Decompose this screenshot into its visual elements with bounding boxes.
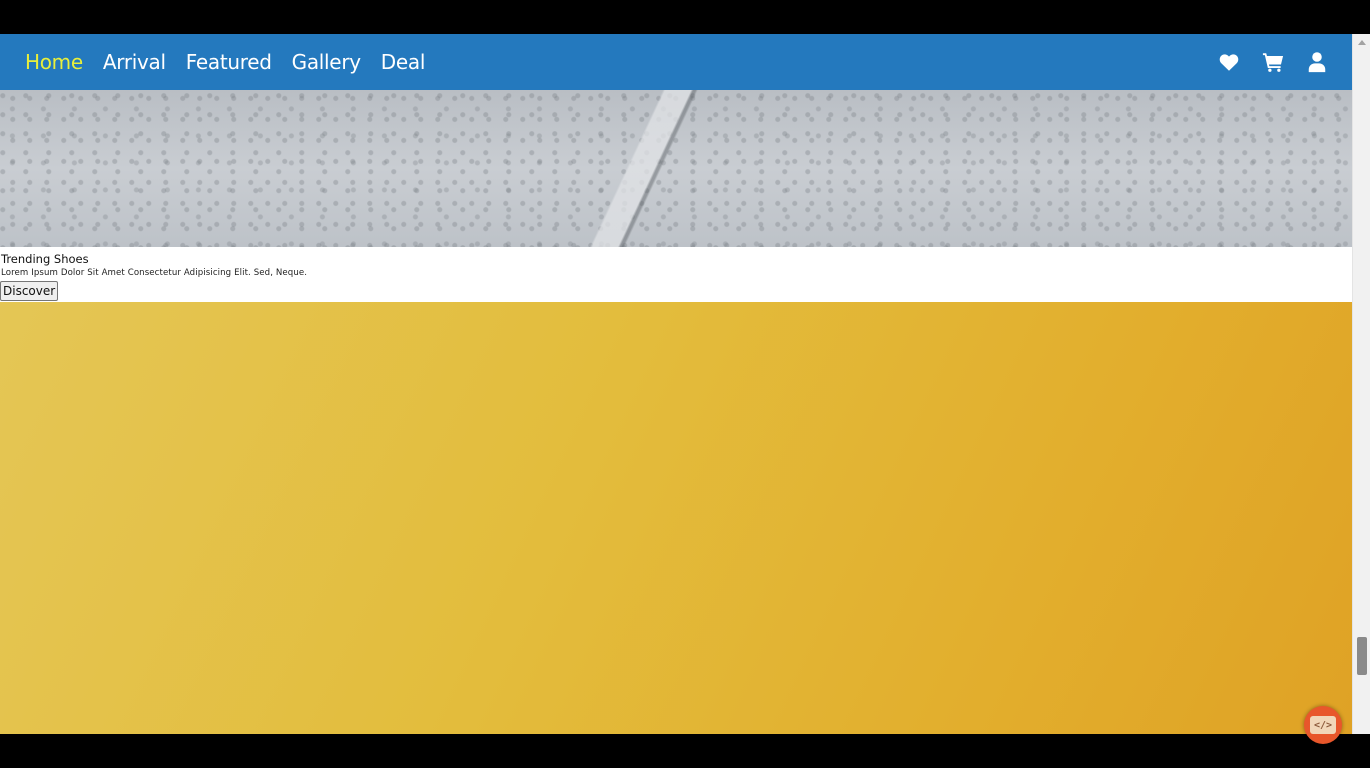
code-badge[interactable]: </> xyxy=(1304,706,1342,744)
trending-promo: Trending Shoes Lorem Ipsum Dolor Sit Ame… xyxy=(0,247,1352,303)
promo-title: Trending Shoes xyxy=(1,252,89,266)
screen: Home Arrival Featured Gallery Deal Trend… xyxy=(0,0,1370,768)
nav-link-featured[interactable]: Featured xyxy=(186,50,272,74)
navbar: Home Arrival Featured Gallery Deal xyxy=(0,34,1352,90)
cart-icon[interactable] xyxy=(1262,51,1284,73)
nav-link-gallery[interactable]: Gallery xyxy=(292,50,361,74)
heart-icon[interactable] xyxy=(1218,51,1240,73)
nav-links: Home Arrival Featured Gallery Deal xyxy=(25,50,425,74)
yellow-banner-image xyxy=(0,302,1352,734)
nav-link-deal[interactable]: Deal xyxy=(381,50,426,74)
concrete-seam xyxy=(560,90,710,247)
page-scrollbar[interactable] xyxy=(1352,34,1370,734)
scroll-up-arrow-icon[interactable] xyxy=(1358,40,1366,45)
user-icon[interactable] xyxy=(1306,51,1328,73)
nav-link-home[interactable]: Home xyxy=(25,50,83,74)
code-icon: </> xyxy=(1310,716,1336,734)
browser-viewport: Home Arrival Featured Gallery Deal Trend… xyxy=(0,34,1370,734)
promo-description: Lorem Ipsum Dolor Sit Amet Consectetur A… xyxy=(1,268,308,278)
nav-link-arrival[interactable]: Arrival xyxy=(103,50,166,74)
scroll-thumb[interactable] xyxy=(1357,637,1367,675)
discover-button[interactable]: Discover xyxy=(0,281,59,301)
nav-icons xyxy=(1218,51,1328,73)
concrete-shoe-image xyxy=(0,90,1352,247)
